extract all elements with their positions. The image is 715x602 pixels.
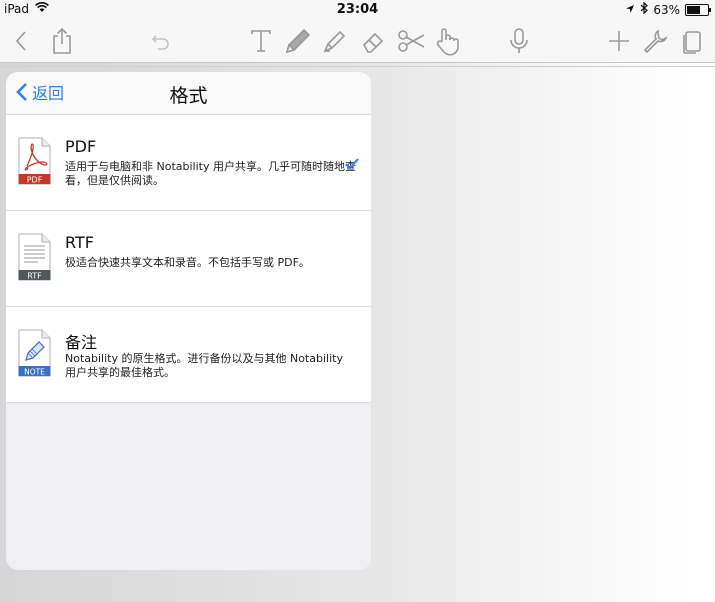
undo-icon[interactable]	[146, 26, 176, 56]
toolbar	[0, 20, 715, 63]
battery-fill	[687, 5, 700, 14]
option-title: 备注	[65, 333, 98, 352]
share-icon[interactable]	[47, 26, 77, 56]
format-popover: 返回 格式 PDF PDF 适用于与电脑和非 Notability 用户共享。几…	[6, 72, 371, 570]
format-option-note[interactable]: NOTE 备注 Notability 的原生格式。进行备份以及与其他 Notab…	[6, 307, 371, 403]
option-title: RTF	[65, 233, 94, 252]
location-icon	[625, 3, 635, 17]
rtf-file-icon: RTF	[18, 233, 51, 281]
option-description: Notability 的原生格式。进行备份以及与其他 Notability 用户…	[65, 352, 343, 379]
plus-icon[interactable]	[604, 26, 634, 56]
format-option-pdf[interactable]: PDF PDF 适用于与电脑和非 Notability 用户共享。几乎可随时随地…	[6, 115, 371, 211]
wrench-icon[interactable]	[640, 26, 670, 56]
bluetooth-icon	[640, 1, 649, 17]
popover-title: 格式	[169, 85, 208, 107]
checkmark-icon	[345, 155, 359, 174]
pdf-badge: PDF	[27, 175, 43, 184]
pages-icon[interactable]	[677, 26, 707, 56]
option-description: 极适合快速共享文本和录音。不包括手写或 PDF。	[65, 256, 310, 269]
option-title: PDF	[65, 137, 97, 156]
battery-icon	[685, 3, 711, 16]
status-bar: iPad 23:04 63%	[0, 0, 715, 20]
status-time: 23:04	[336, 2, 379, 17]
battery-percent: 63%	[653, 2, 680, 17]
chevron-left-icon[interactable]	[6, 26, 36, 56]
option-description: 适用于与电脑和非 Notability 用户共享。几乎可随时随地查看，但是仅供阅…	[65, 160, 356, 187]
note-file-icon: NOTE	[18, 329, 51, 377]
popover-header: 返回 格式	[6, 72, 371, 115]
hand-icon[interactable]	[433, 26, 463, 56]
highlighter-icon[interactable]	[320, 26, 350, 56]
microphone-icon[interactable]	[504, 26, 534, 56]
text-icon[interactable]	[246, 26, 276, 56]
note-badge: NOTE	[24, 367, 45, 376]
scissors-icon[interactable]	[397, 26, 427, 56]
rtf-badge: RTF	[27, 271, 42, 280]
status-right: 63%	[625, 1, 711, 17]
toolbar-divider	[0, 63, 715, 67]
format-option-rtf[interactable]: RTF RTF 极适合快速共享文本和录音。不包括手写或 PDF。	[6, 211, 371, 307]
pencil-icon[interactable]	[283, 26, 313, 56]
eraser-icon[interactable]	[358, 26, 388, 56]
pdf-file-icon: PDF	[18, 137, 51, 185]
